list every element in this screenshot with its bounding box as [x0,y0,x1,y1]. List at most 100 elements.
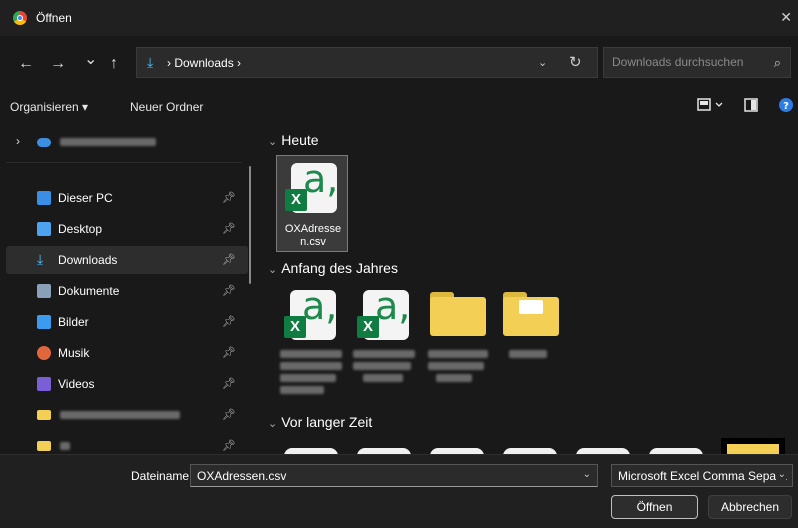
pin-icon: 📌︎ [222,254,236,266]
file-list: ⌄ Heute a, X OXAdresse n.csv ⌄ Anfang des Ja… [262,122,798,454]
file-dialog-footer: Dateiname: ⌄ Microsoft Excel Comma Separ… [0,454,798,528]
excel-file-icon: a, X [357,284,411,342]
redacted-label [428,350,488,358]
pin-icon: 📌︎ [222,347,236,359]
navigation-bar: ← → ⌄ ↑ ⤓ › Downloads › ⌄ ↻ ⌕ [0,44,798,88]
pin-icon: 📌︎ [222,316,236,328]
pin-icon: 📌︎ [222,285,236,297]
redacted-label [436,374,472,382]
sidebar-item-desktop[interactable]: Desktop 📌︎ [6,215,248,243]
sidebar-item-label: Desktop [58,222,103,236]
redacted-label [428,362,484,370]
folder-item[interactable] [422,284,494,396]
sidebar-item-label: Bilder [58,315,89,329]
redacted-label [353,350,415,358]
desktop-icon [37,222,51,236]
cancel-button[interactable]: Abbrechen [708,495,792,519]
redacted-label [509,350,547,358]
address-path[interactable]: › Downloads › [167,56,241,70]
redacted-label [353,362,411,370]
scrollbar[interactable] [249,166,251,284]
open-button[interactable]: Öffnen [611,495,698,519]
search-box[interactable]: ⌕ [603,47,791,78]
excel-file-icon: a, X [285,157,339,215]
sidebar-item-documents[interactable]: Dokumente 📌︎ [6,277,248,305]
view-options-icon[interactable] [697,98,725,115]
folder-with-files-icon [503,292,559,336]
filetype-value: Microsoft Excel Comma Separa [618,469,787,483]
chevron-down-icon[interactable]: ⌄ [583,469,591,480]
preview-pane-icon[interactable] [744,98,758,115]
group-header-today[interactable]: ⌄ Heute [268,132,319,148]
redacted-label [60,442,70,450]
file-item[interactable]: a, X [276,284,348,396]
sidebar-item-music[interactable]: Musik 📌︎ [6,339,248,367]
folder-icon [727,444,779,454]
pin-icon: 📌︎ [222,409,236,421]
file-name: OXAdresse n.csv [284,223,342,248]
back-button[interactable]: ← [18,56,34,72]
excel-file-icon: a, X [284,284,338,342]
chevron-down-icon[interactable]: ⌄ [268,136,277,148]
filetype-select[interactable]: Microsoft Excel Comma Separa ⌄ [611,464,793,487]
sidebar-item-downloads[interactable]: ⤓ Downloads 📌︎ [6,246,248,274]
svg-text:?: ? [783,101,789,112]
group-header-start-of-year[interactable]: ⌄ Anfang des Jahres [268,260,398,276]
sidebar-item-label: Musik [58,346,90,360]
redacted-label [280,386,324,394]
cloud-icon [37,138,51,147]
redacted-label [280,350,342,358]
folder-icon [430,292,486,336]
folder-item[interactable] [495,284,567,396]
new-folder-button[interactable]: Neuer Ordner [130,100,203,114]
refresh-button[interactable]: ↻ [569,53,582,71]
redacted-label [363,374,403,382]
search-input[interactable] [610,54,764,70]
help-icon[interactable]: ? [779,98,793,115]
chrome-icon [13,11,27,25]
organize-button[interactable]: Organisieren ▾ [10,100,88,114]
filename-label: Dateiname: [131,469,193,483]
pin-icon: 📌︎ [222,223,236,235]
navigation-pane: › Dieser PC 📌︎ Desktop 📌︎ ⤓ Downloads 📌︎… [0,122,258,454]
pin-icon: 📌︎ [222,378,236,390]
sidebar-item-folder[interactable]: 📌︎ [6,432,248,454]
recent-locations-button[interactable]: ⌄ [84,52,97,68]
folder-icon [37,410,51,420]
computer-icon [37,191,51,205]
chevron-right-icon[interactable]: › [16,134,20,148]
up-button[interactable]: ↑ [110,56,118,72]
sidebar-item-videos[interactable]: Videos 📌︎ [6,370,248,398]
filename-input[interactable] [195,468,569,484]
pin-icon: 📌︎ [222,192,236,204]
sidebar-item-label: Videos [58,377,95,391]
chevron-down-icon[interactable]: ⌄ [538,56,547,69]
address-bar[interactable]: ⤓ › Downloads › ⌄ ↻ [136,47,598,78]
sidebar-item-label: Dokumente [58,284,120,298]
chevron-down-icon[interactable]: ⌄ [775,469,786,480]
window-title: Öffnen [36,11,72,25]
forward-button[interactable]: → [50,56,66,72]
folder-item[interactable] [721,438,785,454]
chevron-down-icon[interactable]: ⌄ [268,418,277,430]
sidebar-item-pictures[interactable]: Bilder 📌︎ [6,308,248,336]
redacted-label [280,374,336,382]
redacted-label [60,411,180,419]
group-header-long-ago[interactable]: ⌄ Vor langer Zeit [268,414,372,430]
sidebar-item-folder[interactable]: 📌︎ [6,401,248,429]
search-icon[interactable]: ⌕ [774,55,781,71]
sidebar-item-label: Dieser PC [58,191,113,205]
sidebar-item-onedrive[interactable]: › [6,128,248,156]
divider [6,162,242,163]
filename-combobox[interactable]: ⌄ [190,464,598,487]
file-item[interactable]: a, X [349,284,421,396]
close-icon[interactable]: ✕ [780,9,792,26]
chevron-down-icon[interactable]: ⌄ [268,264,277,276]
redacted-label [60,138,156,146]
title-bar: Öffnen ✕ [0,0,798,36]
file-item-selected[interactable]: a, X OXAdresse n.csv [276,155,348,252]
document-icon [37,284,51,298]
sidebar-item-this-pc[interactable]: Dieser PC 📌︎ [6,184,248,212]
pin-icon: 📌︎ [222,440,236,452]
music-icon [37,346,51,360]
